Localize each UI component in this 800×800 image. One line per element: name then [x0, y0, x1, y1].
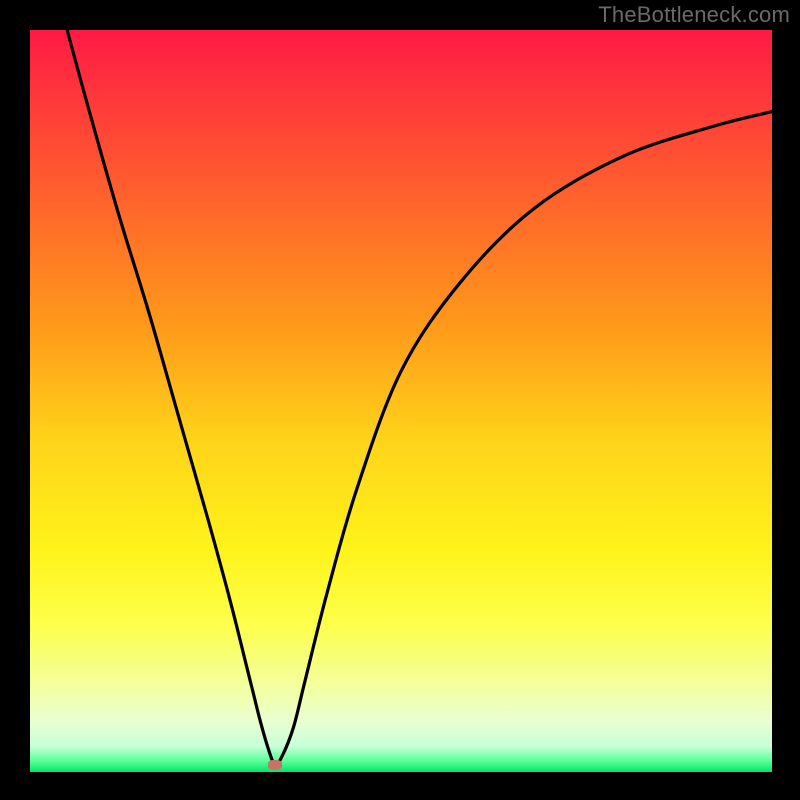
watermark-text: TheBottleneck.com: [598, 2, 790, 28]
chart-frame: TheBottleneck.com: [0, 0, 800, 800]
minimum-marker: [268, 760, 282, 770]
curve-line: [30, 30, 772, 772]
plot-area: [30, 30, 772, 772]
